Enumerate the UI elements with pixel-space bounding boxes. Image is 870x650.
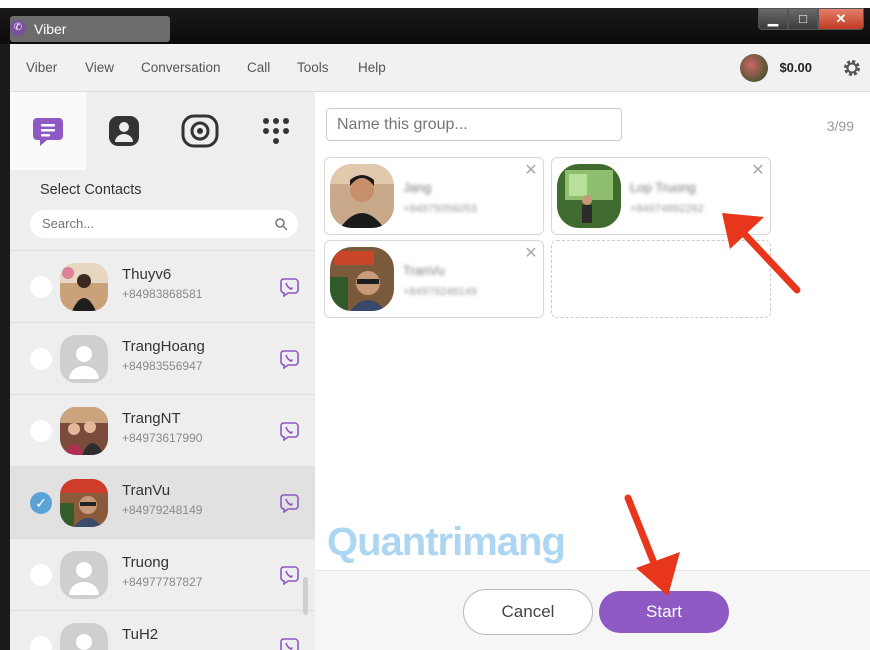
contact-checkbox[interactable] <box>30 276 52 298</box>
empty-member-slot <box>551 240 771 318</box>
menu-bar: Viber View Conversation Call Tools Help … <box>10 44 870 92</box>
menu-call[interactable]: Call <box>247 44 270 92</box>
viber-badge-icon <box>280 278 299 297</box>
contact-name: TranVu <box>122 482 171 499</box>
search-input[interactable] <box>42 216 262 231</box>
contact-checkbox[interactable]: ✓ <box>30 492 52 514</box>
window-left-edge <box>0 44 10 650</box>
viber-out-balance[interactable]: $0.00 <box>779 44 812 92</box>
dialpad-icon <box>263 118 289 144</box>
title-bar: Viber +841683409608 ✆ ▁ □ ✕ <box>0 0 870 63</box>
selected-member-card: TranVu +84979248149 ✕ <box>324 240 544 318</box>
contact-checkbox[interactable] <box>30 420 52 442</box>
remove-member-button[interactable]: ✕ <box>750 160 766 180</box>
remove-member-button[interactable]: ✕ <box>523 160 539 180</box>
list-item[interactable]: TuH2 <box>10 610 315 650</box>
contact-phone: +84977787827 <box>122 575 203 589</box>
viber-badge-icon <box>280 566 299 585</box>
window-title: Viber +841683409608 <box>10 16 170 63</box>
menu-help[interactable]: Help <box>358 44 386 92</box>
contact-phone: +84973617990 <box>122 431 203 445</box>
contact-checkbox[interactable] <box>30 636 52 650</box>
start-button[interactable]: Start <box>599 591 729 633</box>
avatar <box>60 551 108 599</box>
avatar <box>330 247 394 311</box>
contact-phone: +84983868581 <box>122 287 203 301</box>
group-name-input[interactable] <box>337 116 607 134</box>
contacts-icon <box>109 116 139 146</box>
sidebar-tabs <box>10 92 315 170</box>
viber-badge-icon <box>280 638 299 650</box>
list-item[interactable]: Thuyv6 +84983868581 <box>10 250 315 322</box>
member-phone: +84979248149 <box>403 286 477 298</box>
member-name: Lop Truong <box>630 180 696 195</box>
search-icon <box>275 218 288 231</box>
contact-name: Thuyv6 <box>122 266 172 283</box>
account-avatar[interactable] <box>740 54 768 82</box>
avatar <box>60 407 108 455</box>
avatar <box>60 335 108 383</box>
gear-icon[interactable] <box>842 58 862 78</box>
member-name: TranVu <box>403 263 445 278</box>
contact-list: Thuyv6 +84983868581 TrangHoang +84983556… <box>10 250 315 650</box>
contact-phone: +84979248149 <box>122 503 203 517</box>
avatar <box>60 623 108 650</box>
contact-name: TrangNT <box>122 410 181 427</box>
contact-name: TrangHoang <box>122 338 205 355</box>
contact-phone: +84983556947 <box>122 359 203 373</box>
avatar <box>60 263 108 311</box>
contact-name: TuH2 <box>122 626 159 643</box>
watermark: Quantrimang <box>327 520 566 564</box>
member-counter: 3/99 <box>826 118 854 134</box>
contact-checkbox[interactable] <box>30 564 52 586</box>
list-item[interactable]: Truong +84977787827 <box>10 538 315 610</box>
member-phone: +84975056053 <box>403 203 477 215</box>
tab-contacts[interactable] <box>86 92 162 170</box>
tab-dialpad[interactable] <box>238 92 314 170</box>
contact-name: Truong <box>122 554 169 571</box>
avatar <box>557 164 621 228</box>
minimize-button[interactable]: ▁ <box>758 8 788 30</box>
new-group-panel: 3/99 Jang +84975056053 ✕ Lop Truong +849… <box>315 92 870 650</box>
tab-chats[interactable] <box>10 92 86 170</box>
menu-conversation[interactable]: Conversation <box>141 44 221 92</box>
remove-member-button[interactable]: ✕ <box>523 243 539 263</box>
chats-icon <box>33 118 63 146</box>
list-item[interactable]: TrangNT +84973617990 <box>10 394 315 466</box>
cancel-button[interactable]: Cancel <box>463 589 593 635</box>
maximize-button[interactable]: □ <box>788 8 818 30</box>
menu-viber[interactable]: Viber <box>26 44 57 92</box>
selected-member-card: Jang +84975056053 ✕ <box>324 157 544 235</box>
avatar <box>330 164 394 228</box>
viber-badge-icon <box>280 494 299 513</box>
tab-public-chats[interactable] <box>162 92 238 170</box>
contact-checkbox[interactable] <box>30 348 52 370</box>
contact-search <box>30 210 298 238</box>
member-phone: +84974892262 <box>630 203 704 215</box>
contacts-panel: Select Contacts Thuyv6 +84983868581 <box>10 92 315 650</box>
select-contacts-heading: Select Contacts <box>40 182 142 198</box>
selected-member-card: Lop Truong +84974892262 ✕ <box>551 157 771 235</box>
contact-list-scrollbar[interactable] <box>303 577 308 615</box>
list-item[interactable]: ✓ TranVu +84979248149 <box>10 466 315 538</box>
member-name: Jang <box>403 180 432 195</box>
viber-badge-icon <box>280 422 299 441</box>
close-button[interactable]: ✕ <box>818 8 864 30</box>
menu-tools[interactable]: Tools <box>297 44 329 92</box>
viber-logo-icon: ✆ <box>10 20 26 36</box>
public-chats-icon <box>181 114 219 148</box>
list-item[interactable]: TrangHoang +84983556947 <box>10 322 315 394</box>
avatar <box>60 479 108 527</box>
group-name-field <box>326 108 622 141</box>
window-controls: ▁ □ ✕ <box>758 8 864 30</box>
menu-view[interactable]: View <box>85 44 114 92</box>
viber-badge-icon <box>280 350 299 369</box>
